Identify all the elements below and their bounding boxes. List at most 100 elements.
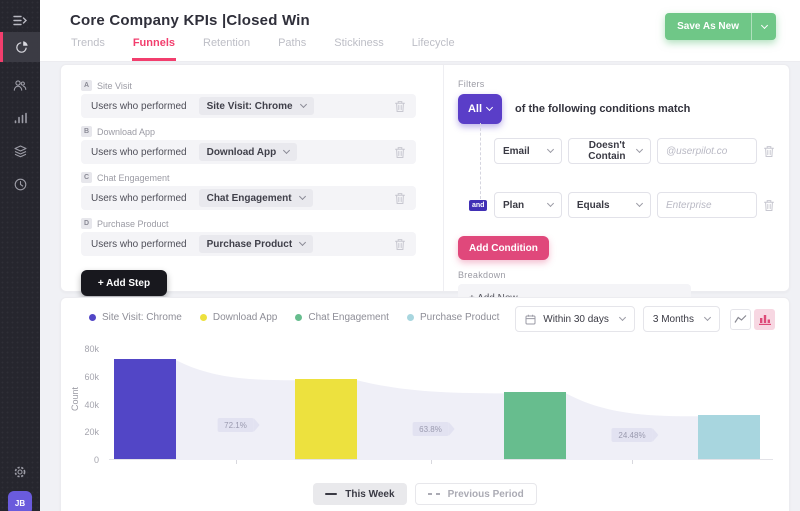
main-content: ASite VisitUsers who performedSite Visit…	[40, 62, 800, 511]
trash-icon	[394, 100, 406, 113]
add-step-button[interactable]: + Add Step	[81, 270, 167, 296]
legend-dot	[407, 314, 414, 321]
legend-item[interactable]: Chat Engagement	[295, 312, 389, 323]
legend-label: Site Visit: Chrome	[102, 312, 182, 323]
tab-funnels[interactable]: Funnels	[132, 37, 176, 61]
sidebar-item-time[interactable]	[0, 170, 40, 198]
chart-type-toggle	[730, 309, 775, 330]
sidebar-item-analytics[interactable]	[0, 32, 40, 62]
trash-icon	[394, 238, 406, 251]
condition-operator-dropdown[interactable]: Doesn't Contain	[568, 138, 651, 164]
condition-row: Email Doesn't Contain	[494, 138, 775, 164]
save-dropdown-caret[interactable]	[751, 13, 776, 40]
delete-step-button[interactable]	[394, 192, 406, 205]
condition-value-input[interactable]	[657, 138, 757, 164]
step-row: Users who performedSite Visit: Chrome	[81, 94, 416, 118]
condition-field-dropdown[interactable]: Plan	[494, 192, 562, 218]
chart-legend: Site Visit: Chrome Download App Chat Engag…	[89, 312, 499, 323]
sidebar: JB	[0, 0, 40, 511]
event-label: Download App	[207, 147, 277, 158]
line-chart-toggle-button[interactable]	[730, 309, 751, 330]
solid-line-swatch	[325, 493, 337, 495]
save-as-new-label: Save As New	[665, 21, 751, 32]
condition-value-input[interactable]	[657, 192, 757, 218]
steps-panel: ASite VisitUsers who performedSite Visit…	[61, 65, 443, 291]
delete-condition-button[interactable]	[763, 199, 775, 212]
menu-expand-icon[interactable]	[0, 6, 40, 34]
legend-item[interactable]: Site Visit: Chrome	[89, 312, 182, 323]
step-letter-badge: C	[81, 172, 92, 183]
page-title: Core Company KPIs |Closed Win	[70, 12, 310, 29]
settings-gear-icon[interactable]	[0, 458, 40, 486]
avatar[interactable]: JB	[8, 491, 32, 511]
date-range-dropdown[interactable]: Within 30 days	[515, 306, 635, 332]
chevron-down-icon	[283, 147, 290, 154]
bar-chart-icon	[759, 314, 771, 325]
calendar-icon	[525, 314, 536, 325]
event-label: Site Visit: Chrome	[207, 101, 293, 112]
dashed-line-swatch	[428, 493, 440, 495]
step-row: Users who performedDownload App	[81, 140, 416, 164]
conversion-rate-badge: 72.1%	[217, 418, 254, 432]
add-condition-button[interactable]: Add Condition	[458, 236, 549, 260]
chart-controls: Within 30 days 3 Months	[515, 306, 775, 332]
this-week-label: This Week	[345, 489, 394, 500]
conversion-rate-badge: 24.48%	[611, 428, 652, 442]
tab-paths[interactable]: Paths	[277, 37, 307, 61]
step-prefix: Users who performed	[91, 193, 187, 204]
event-dropdown[interactable]: Chat Engagement	[199, 189, 313, 207]
event-dropdown[interactable]: Download App	[199, 143, 298, 161]
legend-item[interactable]: Purchase Product	[407, 312, 500, 323]
this-week-toggle[interactable]: This Week	[313, 483, 406, 505]
line-chart-icon	[734, 314, 747, 324]
delete-step-button[interactable]	[394, 146, 406, 159]
granularity-dropdown[interactable]: 3 Months	[643, 306, 720, 332]
chevron-down-icon	[636, 200, 643, 207]
tab-trends[interactable]: Trends	[70, 37, 106, 61]
match-operator-dropdown[interactable]: All	[458, 94, 502, 124]
funnel-step: DPurchase ProductUsers who performedPurc…	[81, 218, 443, 256]
legend-label: Download App	[213, 312, 278, 323]
legend-label: Purchase Product	[420, 312, 500, 323]
y-tick-label: 20k	[73, 427, 99, 437]
tab-lifecycle[interactable]: Lifecycle	[411, 37, 456, 61]
filters-panel: Filters All of the following conditions …	[443, 65, 789, 291]
sidebar-item-reports[interactable]	[0, 104, 40, 132]
y-tick-label: 40k	[73, 400, 99, 410]
breakdown-label: Breakdown	[458, 270, 775, 280]
legend-dot	[295, 314, 302, 321]
save-as-new-button[interactable]: Save As New	[665, 13, 776, 40]
trash-icon	[394, 146, 406, 159]
delete-condition-button[interactable]	[763, 145, 775, 158]
event-dropdown[interactable]: Site Visit: Chrome	[199, 97, 314, 115]
condition-field-dropdown[interactable]: Email	[494, 138, 562, 164]
x-axis-tick	[431, 460, 432, 464]
step-letter-badge: B	[81, 126, 92, 137]
funnel-builder-card: ASite VisitUsers who performedSite Visit…	[60, 64, 790, 292]
bar-chart-toggle-button[interactable]	[754, 309, 775, 330]
sidebar-item-users[interactable]	[0, 71, 40, 99]
event-dropdown[interactable]: Purchase Product	[199, 235, 314, 253]
conjunction-badge: and	[469, 200, 487, 211]
sidebar-item-layers[interactable]	[0, 137, 40, 165]
legend-item[interactable]: Download App	[200, 312, 278, 323]
step-row: Users who performed Chat Engagement	[81, 186, 416, 210]
y-tick-label: 80k	[73, 344, 99, 354]
funnel-bar	[295, 379, 357, 459]
chevron-down-icon	[619, 314, 626, 321]
step-row: Users who performedPurchase Product	[81, 232, 416, 256]
step-name: Chat Engagement	[97, 173, 170, 183]
delete-step-button[interactable]	[394, 100, 406, 113]
tab-stickiness[interactable]: Stickiness	[333, 37, 385, 61]
filters-title: Filters	[458, 79, 775, 89]
x-axis-tick	[632, 460, 633, 464]
step-label: ASite Visit	[81, 80, 443, 91]
tab-retention[interactable]: Retention	[202, 37, 251, 61]
step-letter-badge: A	[81, 80, 92, 91]
delete-step-button[interactable]	[394, 238, 406, 251]
previous-period-toggle[interactable]: Previous Period	[415, 483, 537, 505]
condition-operator-dropdown[interactable]: Equals	[568, 192, 651, 218]
step-name: Purchase Product	[97, 219, 169, 229]
trash-icon	[763, 145, 775, 158]
trash-icon	[394, 192, 406, 205]
